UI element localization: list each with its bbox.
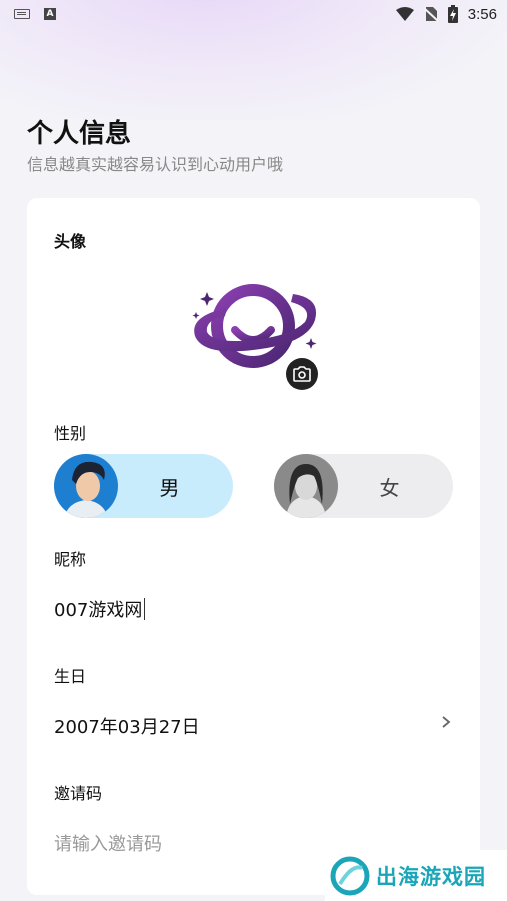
watermark: 出海游戏园 xyxy=(325,850,507,901)
male-avatar xyxy=(54,454,118,518)
battery-charging-icon xyxy=(447,5,458,23)
chevron-right-icon[interactable] xyxy=(440,716,452,728)
wifi-icon xyxy=(395,7,414,21)
text-input-icon: A xyxy=(44,8,56,20)
invite-code-input[interactable]: 请输入邀请码 xyxy=(54,830,162,856)
gender-male-label: 男 xyxy=(159,475,180,500)
status-bar: A 3:56 xyxy=(0,0,507,30)
watermark-logo-icon xyxy=(330,856,370,895)
profile-form-card: 头像 性别 男 女 昵称 007游戏网 生日 2007年03月27日 邀请码 请… xyxy=(27,198,480,895)
birthday-label: 生日 xyxy=(54,667,87,686)
keyboard-icon xyxy=(14,9,30,19)
page-subtitle: 信息越真实越容易认识到心动用户哦 xyxy=(27,155,284,174)
text-caret xyxy=(144,598,146,620)
female-avatar xyxy=(274,454,338,518)
avatar-label: 头像 xyxy=(54,232,87,251)
birthday-picker[interactable]: 2007年03月27日 xyxy=(54,713,200,739)
page-title: 个人信息 xyxy=(27,119,132,149)
change-avatar-button[interactable] xyxy=(286,358,318,390)
gender-female-label: 女 xyxy=(379,475,400,500)
gender-label: 性别 xyxy=(54,424,87,443)
nickname-value: 007游戏网 xyxy=(54,600,143,621)
watermark-text: 出海游戏园 xyxy=(376,864,486,889)
camera-icon xyxy=(293,366,311,382)
nickname-input[interactable]: 007游戏网 xyxy=(54,596,146,622)
invite-code-label: 邀请码 xyxy=(54,784,103,803)
gender-option-female[interactable]: 女 xyxy=(274,454,453,518)
nickname-label: 昵称 xyxy=(54,550,87,569)
no-sim-icon xyxy=(423,7,438,22)
gender-option-male[interactable]: 男 xyxy=(54,454,233,518)
status-time: 3:56 xyxy=(467,5,497,23)
